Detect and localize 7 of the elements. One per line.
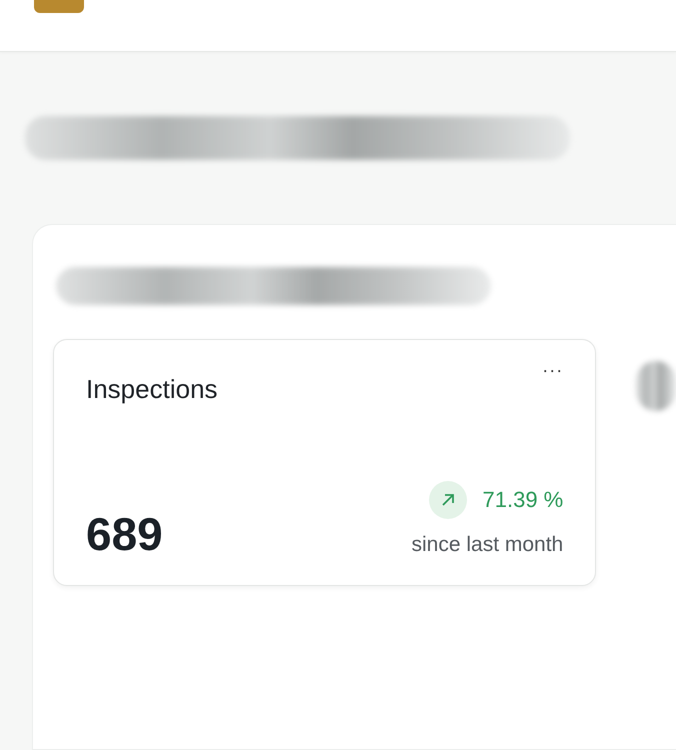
redacted-text — [636, 361, 676, 411]
stat-value: 689 — [86, 511, 163, 557]
logo — [34, 0, 84, 13]
card-title: Inspections — [86, 374, 218, 405]
more-button[interactable]: ··· — [542, 360, 564, 381]
change-percent: 71.39 % — [482, 487, 564, 513]
change-caption: since last month — [411, 533, 564, 557]
